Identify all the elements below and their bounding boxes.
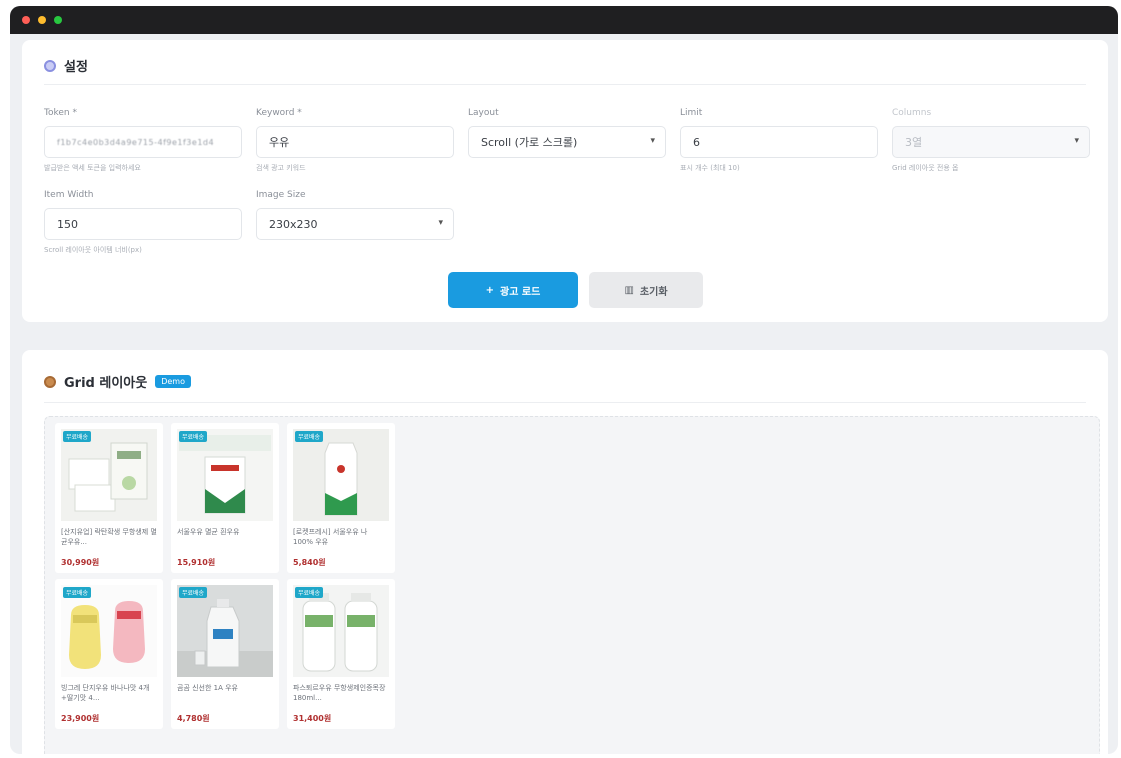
minimize-window-icon[interactable] bbox=[38, 16, 46, 24]
page-content: 설정 Token * f1b7c4e0b3d4a9e715-4f9e1f3e1d… bbox=[10, 34, 1118, 754]
keyword-label: Keyword * bbox=[256, 108, 302, 118]
product-name: 파스퇴르우유 무항생제인증목장 180ml... bbox=[293, 684, 386, 702]
cookie-icon bbox=[44, 375, 56, 388]
product-card[interactable]: 무료배송 곰곰 신선한 1A 우유 4,780원 bbox=[171, 579, 279, 729]
item-width-input[interactable]: 150 bbox=[44, 208, 242, 240]
product-name: [산지유업] 락탄확생 무항생제 멸균우유... bbox=[61, 528, 157, 546]
keyword-input[interactable]: 우유 bbox=[256, 126, 454, 158]
layout-label: Layout bbox=[468, 108, 499, 118]
product-price: 30,990원 bbox=[61, 558, 100, 567]
settings-divider bbox=[44, 84, 1086, 85]
chevron-down-icon: ▾ bbox=[438, 218, 443, 228]
free-shipping-badge: 무료배송 bbox=[63, 431, 92, 442]
product-price: 5,840원 bbox=[293, 558, 326, 567]
product-card[interactable]: 무료배송 파스퇴르우유 무항생제인증목장 180ml... 31,400원 bbox=[287, 579, 395, 729]
close-window-icon[interactable] bbox=[22, 16, 30, 24]
demo-badge: Demo bbox=[155, 375, 191, 388]
image-size-select[interactable]: 230x230 ▾ bbox=[256, 208, 454, 240]
chevron-down-icon: ▾ bbox=[1074, 136, 1079, 146]
item-width-label: Item Width bbox=[44, 190, 94, 200]
product-card[interactable]: 무료배송 [로켓프레시] 서울우유 나 100% 우유 5,840원 bbox=[287, 423, 395, 573]
limit-label: Limit bbox=[680, 108, 703, 118]
grid-layout-panel: Grid 레이아웃 Demo 무료배송 [산지유업] 락탄확생 무항생제 멸균우… bbox=[22, 350, 1108, 754]
product-image: 무료배송 bbox=[293, 429, 389, 521]
columns-label: Columns bbox=[892, 108, 932, 118]
ad-grid: 무료배송 [산지유업] 락탄확생 무항생제 멸균우유... 30,990원 무료… bbox=[44, 416, 1100, 754]
product-image: 무료배송 bbox=[61, 585, 157, 677]
product-image: 무료배송 bbox=[177, 429, 273, 521]
product-name: 빙그레 단지우유 바나나맛 4개 +딸기맛 4... bbox=[61, 684, 150, 702]
image-size-field-group: Image Size 230x230 ▾ bbox=[256, 190, 454, 240]
product-price: 23,900원 bbox=[61, 714, 100, 723]
limit-value: 6 bbox=[693, 135, 700, 149]
layout-select[interactable]: Scroll (가로 스크롤) ▾ bbox=[468, 126, 666, 158]
chevron-down-icon: ▾ bbox=[650, 136, 655, 146]
free-shipping-badge: 무료배송 bbox=[179, 587, 208, 598]
load-ads-label: 광고 로드 bbox=[500, 286, 541, 298]
maximize-window-icon[interactable] bbox=[54, 16, 62, 24]
browser-window: 설정 Token * f1b7c4e0b3d4a9e715-4f9e1f3e1d… bbox=[10, 6, 1118, 754]
product-card[interactable]: 무료배송 [산지유업] 락탄확생 무항생제 멸균우유... 30,990원 bbox=[55, 423, 163, 573]
free-shipping-badge: 무료배송 bbox=[179, 431, 208, 442]
token-help: 발급받은 액세 토큰을 입력하세요 bbox=[44, 164, 141, 172]
product-price: 31,400원 bbox=[293, 714, 332, 723]
plus-icon: + bbox=[485, 284, 495, 296]
token-field-group: Token * f1b7c4e0b3d4a9e715-4f9e1f3e1d4 발… bbox=[44, 108, 242, 173]
item-width-value: 150 bbox=[57, 217, 78, 231]
product-price: 4,780원 bbox=[177, 714, 210, 723]
reset-label: 초기화 bbox=[639, 286, 668, 298]
layout-field-group: Layout Scroll (가로 스크롤) ▾ bbox=[468, 108, 666, 158]
reset-icon: ▥ bbox=[624, 284, 634, 296]
settings-panel: 설정 Token * f1b7c4e0b3d4a9e715-4f9e1f3e1d… bbox=[22, 40, 1108, 322]
product-name: 곰곰 신선한 1A 우유 bbox=[177, 684, 238, 692]
product-card[interactable]: 무료배송 서울우유 멸균 흰우유 15,910원 bbox=[171, 423, 279, 573]
grid-title-text: Grid 레이아웃 bbox=[64, 376, 148, 391]
limit-input[interactable]: 6 bbox=[680, 126, 878, 158]
image-size-label: Image Size bbox=[256, 190, 306, 200]
keyword-help: 검색 광고 키워드 bbox=[256, 164, 306, 172]
columns-value: 3열 bbox=[905, 136, 923, 149]
settings-title-text: 설정 bbox=[64, 60, 88, 75]
product-name: 서울우유 멸균 흰우유 bbox=[177, 528, 240, 536]
image-size-value: 230x230 bbox=[269, 217, 318, 231]
columns-help: Grid 레이아웃 전용 옵 bbox=[892, 164, 959, 172]
limit-field-group: Limit 6 표시 개수 (최대 10) bbox=[680, 108, 878, 173]
keyword-value: 우유 bbox=[269, 136, 290, 149]
item-width-field-group: Item Width 150 Scroll 레이아웃 아이템 너비(px) bbox=[44, 190, 242, 255]
token-label: Token * bbox=[44, 108, 77, 118]
keyword-field-group: Keyword * 우유 검색 광고 키워드 bbox=[256, 108, 454, 173]
product-image: 무료배송 bbox=[293, 585, 389, 677]
limit-help: 표시 개수 (최대 10) bbox=[680, 164, 740, 172]
grid-divider bbox=[44, 402, 1086, 403]
free-shipping-badge: 무료배송 bbox=[295, 431, 324, 442]
columns-field-group: Columns 3열 ▾ Grid 레이아웃 전용 옵 bbox=[892, 108, 1090, 173]
free-shipping-badge: 무료배송 bbox=[63, 587, 92, 598]
product-card[interactable]: 무료배송 빙그레 단지우유 바나나맛 4개 +딸기맛 4... 23,900원 bbox=[55, 579, 163, 729]
reset-button[interactable]: ▥ 초기화 bbox=[589, 272, 703, 308]
title-bar bbox=[10, 6, 1118, 34]
product-image: 무료배송 bbox=[177, 585, 273, 677]
free-shipping-badge: 무료배송 bbox=[295, 587, 324, 598]
load-ads-button[interactable]: + 광고 로드 bbox=[448, 272, 578, 308]
token-input[interactable]: f1b7c4e0b3d4a9e715-4f9e1f3e1d4 bbox=[44, 126, 242, 158]
columns-select[interactable]: 3열 ▾ bbox=[892, 126, 1090, 158]
product-name: [로켓프레시] 서울우유 나 100% 우유 bbox=[293, 528, 368, 546]
product-image: 무료배송 bbox=[61, 429, 157, 521]
product-price: 15,910원 bbox=[177, 558, 216, 567]
item-width-help: Scroll 레이아웃 아이템 너비(px) bbox=[44, 246, 142, 254]
token-value: f1b7c4e0b3d4a9e715-4f9e1f3e1d4 bbox=[57, 137, 215, 147]
settings-icon bbox=[44, 59, 56, 72]
settings-title: 설정 bbox=[44, 56, 88, 75]
layout-value: Scroll (가로 스크롤) bbox=[481, 136, 578, 149]
grid-title: Grid 레이아웃 Demo bbox=[44, 372, 191, 391]
